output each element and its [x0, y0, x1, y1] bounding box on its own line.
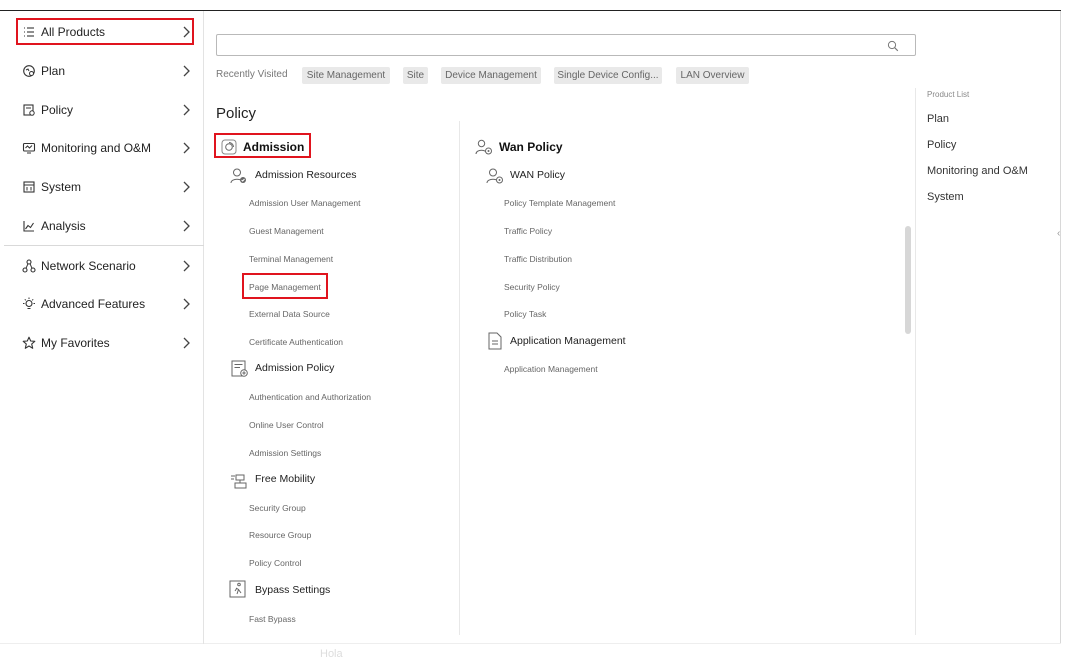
chevron-right-icon	[181, 259, 191, 273]
menu-link-fast-bypass[interactable]: Fast Bypass	[249, 614, 296, 624]
search-input[interactable]	[217, 35, 915, 55]
column-divider	[459, 121, 460, 635]
recent-chip-device-management[interactable]: Device Management	[441, 67, 541, 84]
chevron-right-icon	[181, 297, 191, 311]
free-mobility-icon	[230, 472, 248, 495]
recently-visited-label: Recently Visited	[216, 69, 288, 80]
subsection-bypass-settings: Bypass Settings	[255, 584, 331, 596]
menu-link-policy-task[interactable]: Policy Task	[504, 309, 546, 319]
bypass-icon	[229, 580, 247, 603]
subsection-free-mobility: Free Mobility	[255, 473, 316, 485]
sidebar-item-label: Plan	[41, 64, 66, 78]
panel-border	[1060, 11, 1061, 644]
menu-link-online-user-control[interactable]: Online User Control	[249, 420, 324, 430]
sidebar-item-label: Network Scenario	[41, 259, 136, 273]
sidebar-item-advanced-features[interactable]: Advanced Features	[0, 285, 204, 323]
product-list-label: Product List	[927, 90, 970, 99]
menu-link-admission-user-management[interactable]: Admission User Management	[249, 198, 361, 208]
chevron-right-icon	[181, 141, 191, 155]
sidebar-item-label: Monitoring and O&M	[41, 141, 152, 155]
subsection-application-management: Application Management	[510, 335, 626, 347]
menu-link-security-group[interactable]: Security Group	[249, 503, 306, 513]
chevron-right-icon	[181, 336, 191, 350]
star-icon	[22, 336, 36, 350]
menu-link-guest-management[interactable]: Guest Management	[249, 226, 324, 236]
menu-link-admission-settings[interactable]: Admission Settings	[249, 448, 321, 458]
document-icon	[487, 332, 503, 355]
menu-link-policy-template-management[interactable]: Policy Template Management	[504, 198, 615, 208]
bulb-icon	[22, 297, 36, 311]
scrollbar-thumb[interactable]	[905, 226, 911, 334]
product-list-item-plan[interactable]: Plan	[927, 113, 949, 125]
plan-icon	[22, 64, 36, 78]
product-list-item-monitoring[interactable]: Monitoring and O&M	[927, 165, 1028, 177]
sidebar-item-analysis[interactable]: Analysis	[0, 207, 204, 245]
menu-link-traffic-distribution[interactable]: Traffic Distribution	[504, 254, 572, 264]
recent-chip-single-device-config[interactable]: Single Device Config...	[554, 67, 662, 84]
subsection-admission-policy: Admission Policy	[255, 362, 335, 374]
menu-link-certificate-authentication[interactable]: Certificate Authentication	[249, 337, 343, 347]
sidebar-item-system[interactable]: System	[0, 168, 204, 206]
sidebar-item-label: System	[41, 180, 82, 194]
sidebar-item-network-scenario[interactable]: Network Scenario	[0, 247, 204, 285]
background-text: Hola	[320, 648, 343, 660]
analysis-icon	[22, 219, 36, 233]
recent-chip-lan-overview[interactable]: LAN Overview	[676, 67, 749, 84]
sidebar: All Products Plan Policy Monitoring and …	[0, 11, 204, 644]
policy-icon	[22, 103, 36, 117]
menu-link-terminal-management[interactable]: Terminal Management	[249, 254, 333, 264]
network-icon	[22, 259, 36, 273]
group-admission[interactable]: Admission	[221, 139, 304, 155]
chevron-right-icon	[181, 103, 191, 117]
sidebar-divider	[4, 245, 204, 246]
highlight-all-products	[16, 18, 194, 45]
sidebar-item-label: My Favorites	[41, 336, 110, 350]
menu-link-security-policy[interactable]: Security Policy	[504, 282, 560, 292]
edge-chevron-icon: ‹	[1057, 228, 1061, 239]
user-check-icon	[230, 167, 248, 190]
subsection-admission-resources: Admission Resources	[255, 169, 357, 181]
section-title: Policy	[216, 105, 257, 122]
menu-link-traffic-policy[interactable]: Traffic Policy	[504, 226, 552, 236]
sidebar-item-my-favorites[interactable]: My Favorites	[0, 324, 204, 362]
sidebar-item-policy[interactable]: Policy	[0, 91, 204, 129]
menu-link-resource-group[interactable]: Resource Group	[249, 530, 311, 540]
sidebar-item-plan[interactable]: Plan	[0, 52, 204, 90]
system-icon	[22, 180, 36, 194]
search-icon[interactable]	[887, 39, 899, 52]
product-list-item-policy[interactable]: Policy	[927, 139, 956, 151]
menu-link-policy-control[interactable]: Policy Control	[249, 558, 301, 568]
subsection-wan-policy: WAN Policy	[510, 169, 566, 181]
chevron-right-icon	[181, 219, 191, 233]
recent-chip-site[interactable]: Site	[403, 67, 428, 84]
admission-icon	[221, 139, 237, 155]
menu-link-external-data-source[interactable]: External Data Source	[249, 309, 330, 319]
search-box	[216, 34, 916, 56]
wan-policy-sub-icon	[486, 167, 504, 190]
sidebar-item-label: Analysis	[41, 219, 86, 233]
group-title-label: Admission	[243, 140, 305, 154]
monitor-icon	[22, 141, 36, 155]
sidebar-item-label: Policy	[41, 103, 74, 117]
group-title-label: Wan Policy	[499, 140, 563, 154]
group-wan-policy[interactable]: Wan Policy	[475, 139, 563, 155]
menu-link-page-management[interactable]: Page Management	[249, 282, 321, 292]
wan-policy-icon	[475, 139, 493, 155]
product-list-item-system[interactable]: System	[927, 191, 964, 203]
sidebar-item-label: Advanced Features	[41, 297, 146, 311]
chevron-right-icon	[181, 64, 191, 78]
menu-link-application-management[interactable]: Application Management	[504, 364, 598, 374]
admission-policy-icon	[231, 360, 249, 383]
sidebar-item-monitoring[interactable]: Monitoring and O&M	[0, 129, 204, 167]
recent-chip-site-management[interactable]: Site Management	[302, 67, 390, 84]
menu-link-authentication-and-authorization[interactable]: Authentication and Authorization	[249, 392, 371, 402]
chevron-right-icon	[181, 180, 191, 194]
